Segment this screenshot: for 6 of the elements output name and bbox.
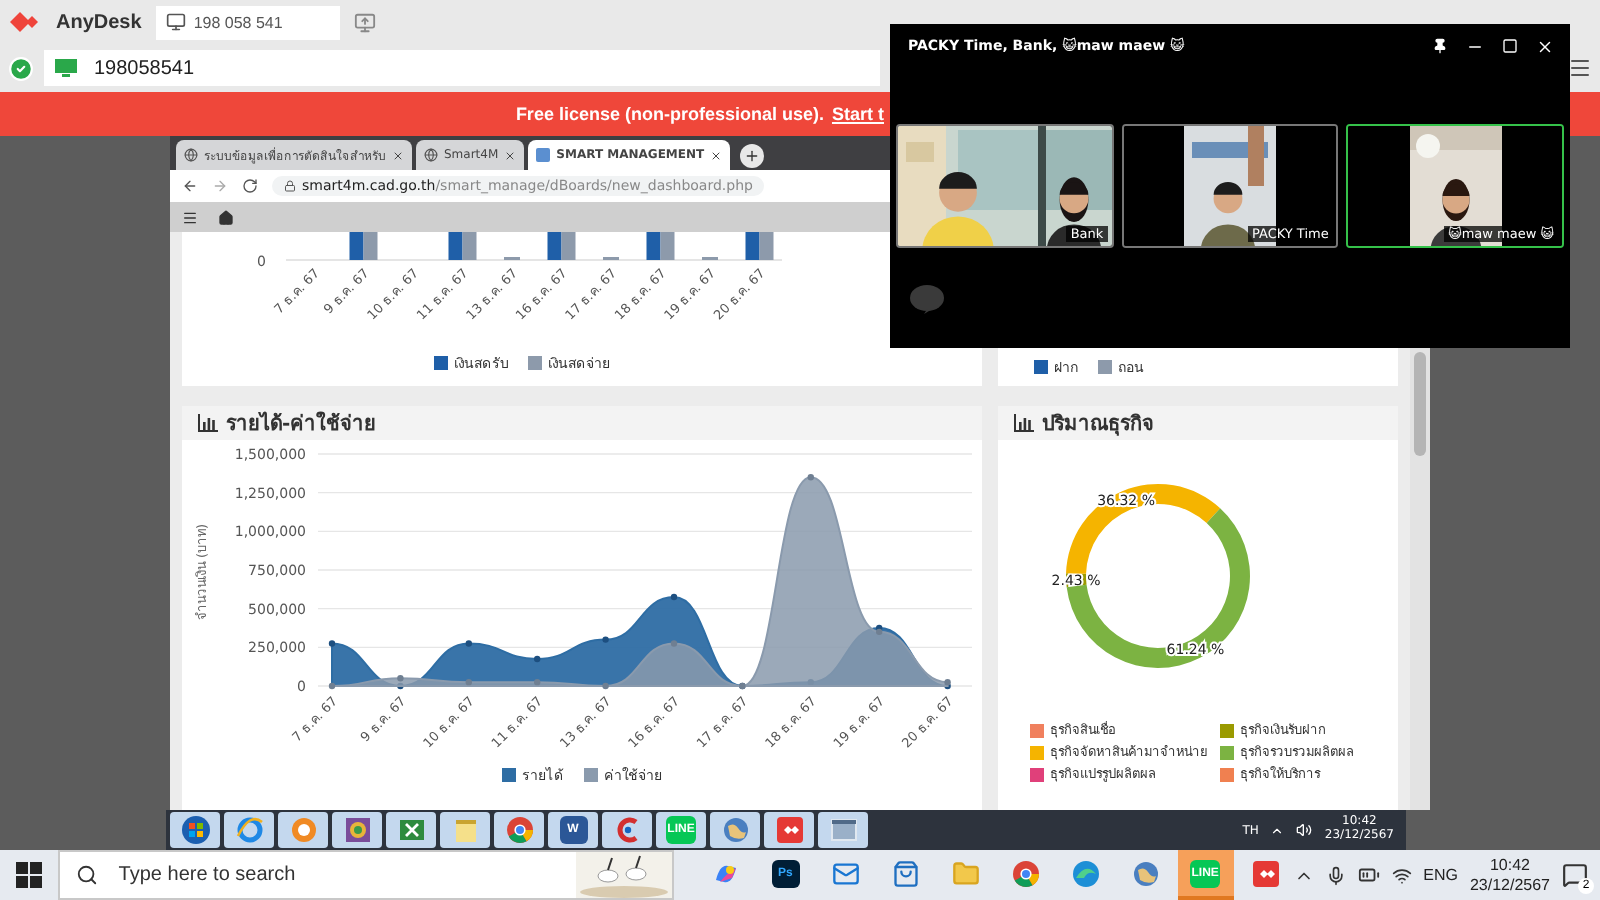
app-name: AnyDesk bbox=[56, 11, 142, 33]
license-notice: Free license (non-professional use). bbox=[515, 104, 824, 124]
card-title: รายได้-ค่าใช้จ่าย bbox=[226, 409, 377, 438]
card-title: ปริมาณธุรกิจ bbox=[1042, 411, 1154, 438]
clock-date: 23/12/2567 bbox=[1469, 875, 1550, 895]
clock-time: 10:42 bbox=[1489, 855, 1530, 875]
